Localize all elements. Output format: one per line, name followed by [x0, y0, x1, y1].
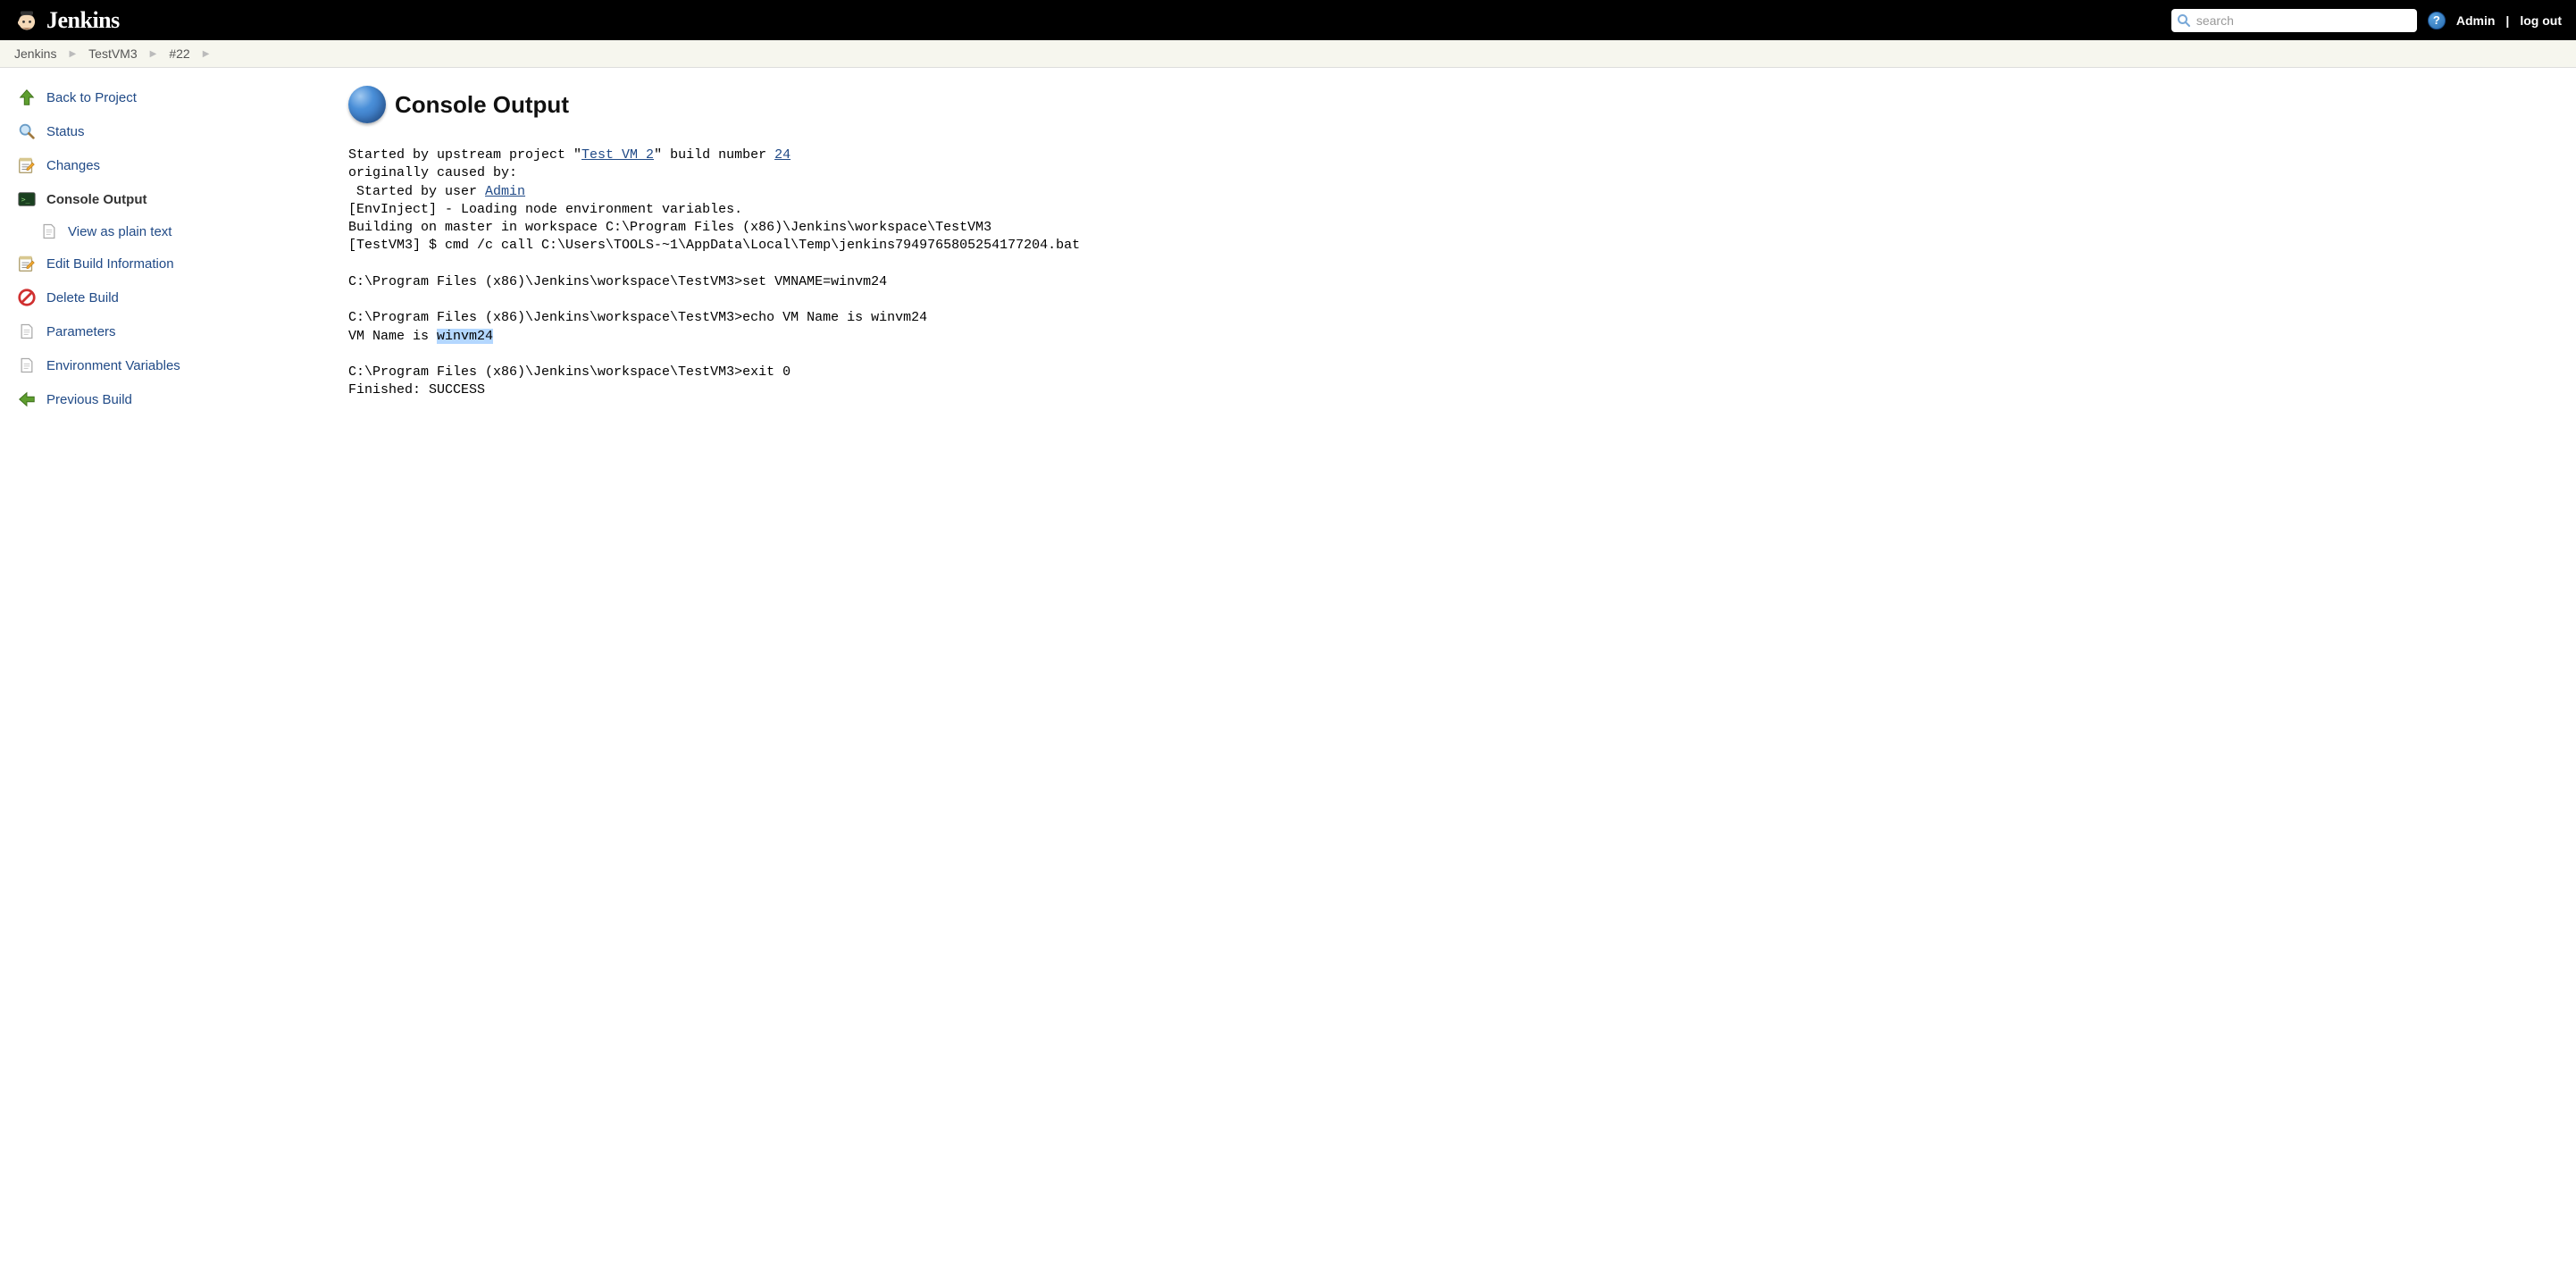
- upstream-project-link[interactable]: Test VM 2: [581, 147, 654, 163]
- log-text: [EnvInject] - Loading node environment v…: [348, 202, 742, 217]
- sidebar-item-label: Previous Build: [46, 392, 132, 407]
- sidebar-item-label: Environment Variables: [46, 358, 180, 373]
- log-text: Finished: SUCCESS: [348, 382, 485, 398]
- log-text: C:\Program Files (x86)\Jenkins\workspace…: [348, 310, 927, 325]
- log-text: originally caused by:: [348, 165, 517, 180]
- sidebar-item-label: Edit Build Information: [46, 256, 174, 272]
- sidebar-item-previous[interactable]: Previous Build: [9, 382, 313, 416]
- jenkins-head-icon: [14, 8, 39, 33]
- breadcrumb-jenkins[interactable]: Jenkins: [14, 46, 56, 61]
- sidebar-item-label: Console Output: [46, 192, 147, 207]
- chevron-right-icon: ▶: [203, 49, 210, 59]
- top-header: Jenkins ? Admin | log out: [0, 0, 2576, 40]
- sidebar-item-back[interactable]: Back to Project: [9, 80, 313, 114]
- sidebar: Back to Project Status: [0, 68, 322, 429]
- document-icon: [16, 321, 38, 342]
- sidebar-item-edit[interactable]: Edit Build Information: [9, 247, 313, 280]
- logout-link[interactable]: log out: [2520, 13, 2562, 28]
- search-box: [2171, 9, 2417, 32]
- sidebar-item-label: Delete Build: [46, 290, 119, 305]
- magnifier-icon: [16, 121, 38, 142]
- terminal-icon: >_: [16, 188, 38, 210]
- sidebar-item-label: Changes: [46, 158, 100, 173]
- sidebar-item-label: Back to Project: [46, 90, 137, 105]
- log-text: VM Name is: [348, 329, 437, 344]
- search-input[interactable]: [2171, 9, 2417, 32]
- log-text: C:\Program Files (x86)\Jenkins\workspace…: [348, 274, 887, 289]
- sidebar-item-env[interactable]: Environment Variables: [9, 348, 313, 382]
- blue-ball-icon: [348, 86, 386, 123]
- main-content: Console Output Started by upstream proje…: [322, 68, 2576, 429]
- svg-text:>_: >_: [21, 195, 30, 204]
- highlighted-text: winvm24: [437, 329, 493, 344]
- console-output: Started by upstream project "Test VM 2" …: [348, 146, 2549, 400]
- sidebar-subitem-plain-text[interactable]: View as plain text: [9, 216, 313, 247]
- sidebar-item-status[interactable]: Status: [9, 114, 313, 148]
- notepad-pencil-icon: [16, 155, 38, 176]
- log-text: [TestVM3] $ cmd /c call C:\Users\TOOLS-~…: [348, 238, 1080, 253]
- page-title: Console Output: [395, 91, 569, 119]
- log-text: " build number: [654, 147, 774, 163]
- no-entry-icon: [16, 287, 38, 308]
- breadcrumb-build[interactable]: #22: [169, 46, 189, 61]
- user-link[interactable]: Admin: [2456, 13, 2496, 28]
- main-layout: Back to Project Status: [0, 68, 2576, 429]
- chevron-right-icon: ▶: [69, 49, 76, 59]
- app-title: Jenkins: [46, 7, 120, 34]
- upstream-build-link[interactable]: 24: [774, 147, 790, 163]
- sidebar-item-parameters[interactable]: Parameters: [9, 314, 313, 348]
- log-text: C:\Program Files (x86)\Jenkins\workspace…: [348, 364, 790, 380]
- left-arrow-icon: [16, 389, 38, 410]
- header-right: ? Admin | log out: [2171, 9, 2562, 32]
- log-text: Started by user: [348, 184, 485, 199]
- sidebar-subitem-label: View as plain text: [68, 224, 171, 239]
- sidebar-item-delete[interactable]: Delete Build: [9, 280, 313, 314]
- sidebar-item-console[interactable]: >_ Console Output: [9, 182, 313, 216]
- sidebar-item-changes[interactable]: Changes: [9, 148, 313, 182]
- help-icon[interactable]: ?: [2428, 12, 2446, 29]
- log-text: Started by upstream project ": [348, 147, 581, 163]
- sidebar-item-label: Parameters: [46, 324, 116, 339]
- breadcrumb: Jenkins ▶ TestVM3 ▶ #22 ▶: [0, 40, 2576, 68]
- sidebar-item-label: Status: [46, 124, 85, 139]
- page-title-row: Console Output: [348, 86, 2549, 123]
- header-separator: |: [2505, 13, 2509, 28]
- jenkins-logo[interactable]: Jenkins: [14, 7, 120, 34]
- user-link[interactable]: Admin: [485, 184, 525, 199]
- chevron-right-icon: ▶: [150, 49, 157, 59]
- notepad-pencil-icon: [16, 253, 38, 274]
- search-icon: [2177, 13, 2191, 28]
- document-icon: [16, 355, 38, 376]
- document-icon: [39, 222, 59, 241]
- breadcrumb-project[interactable]: TestVM3: [88, 46, 137, 61]
- log-text: Building on master in workspace C:\Progr…: [348, 220, 991, 235]
- up-arrow-icon: [16, 87, 38, 108]
